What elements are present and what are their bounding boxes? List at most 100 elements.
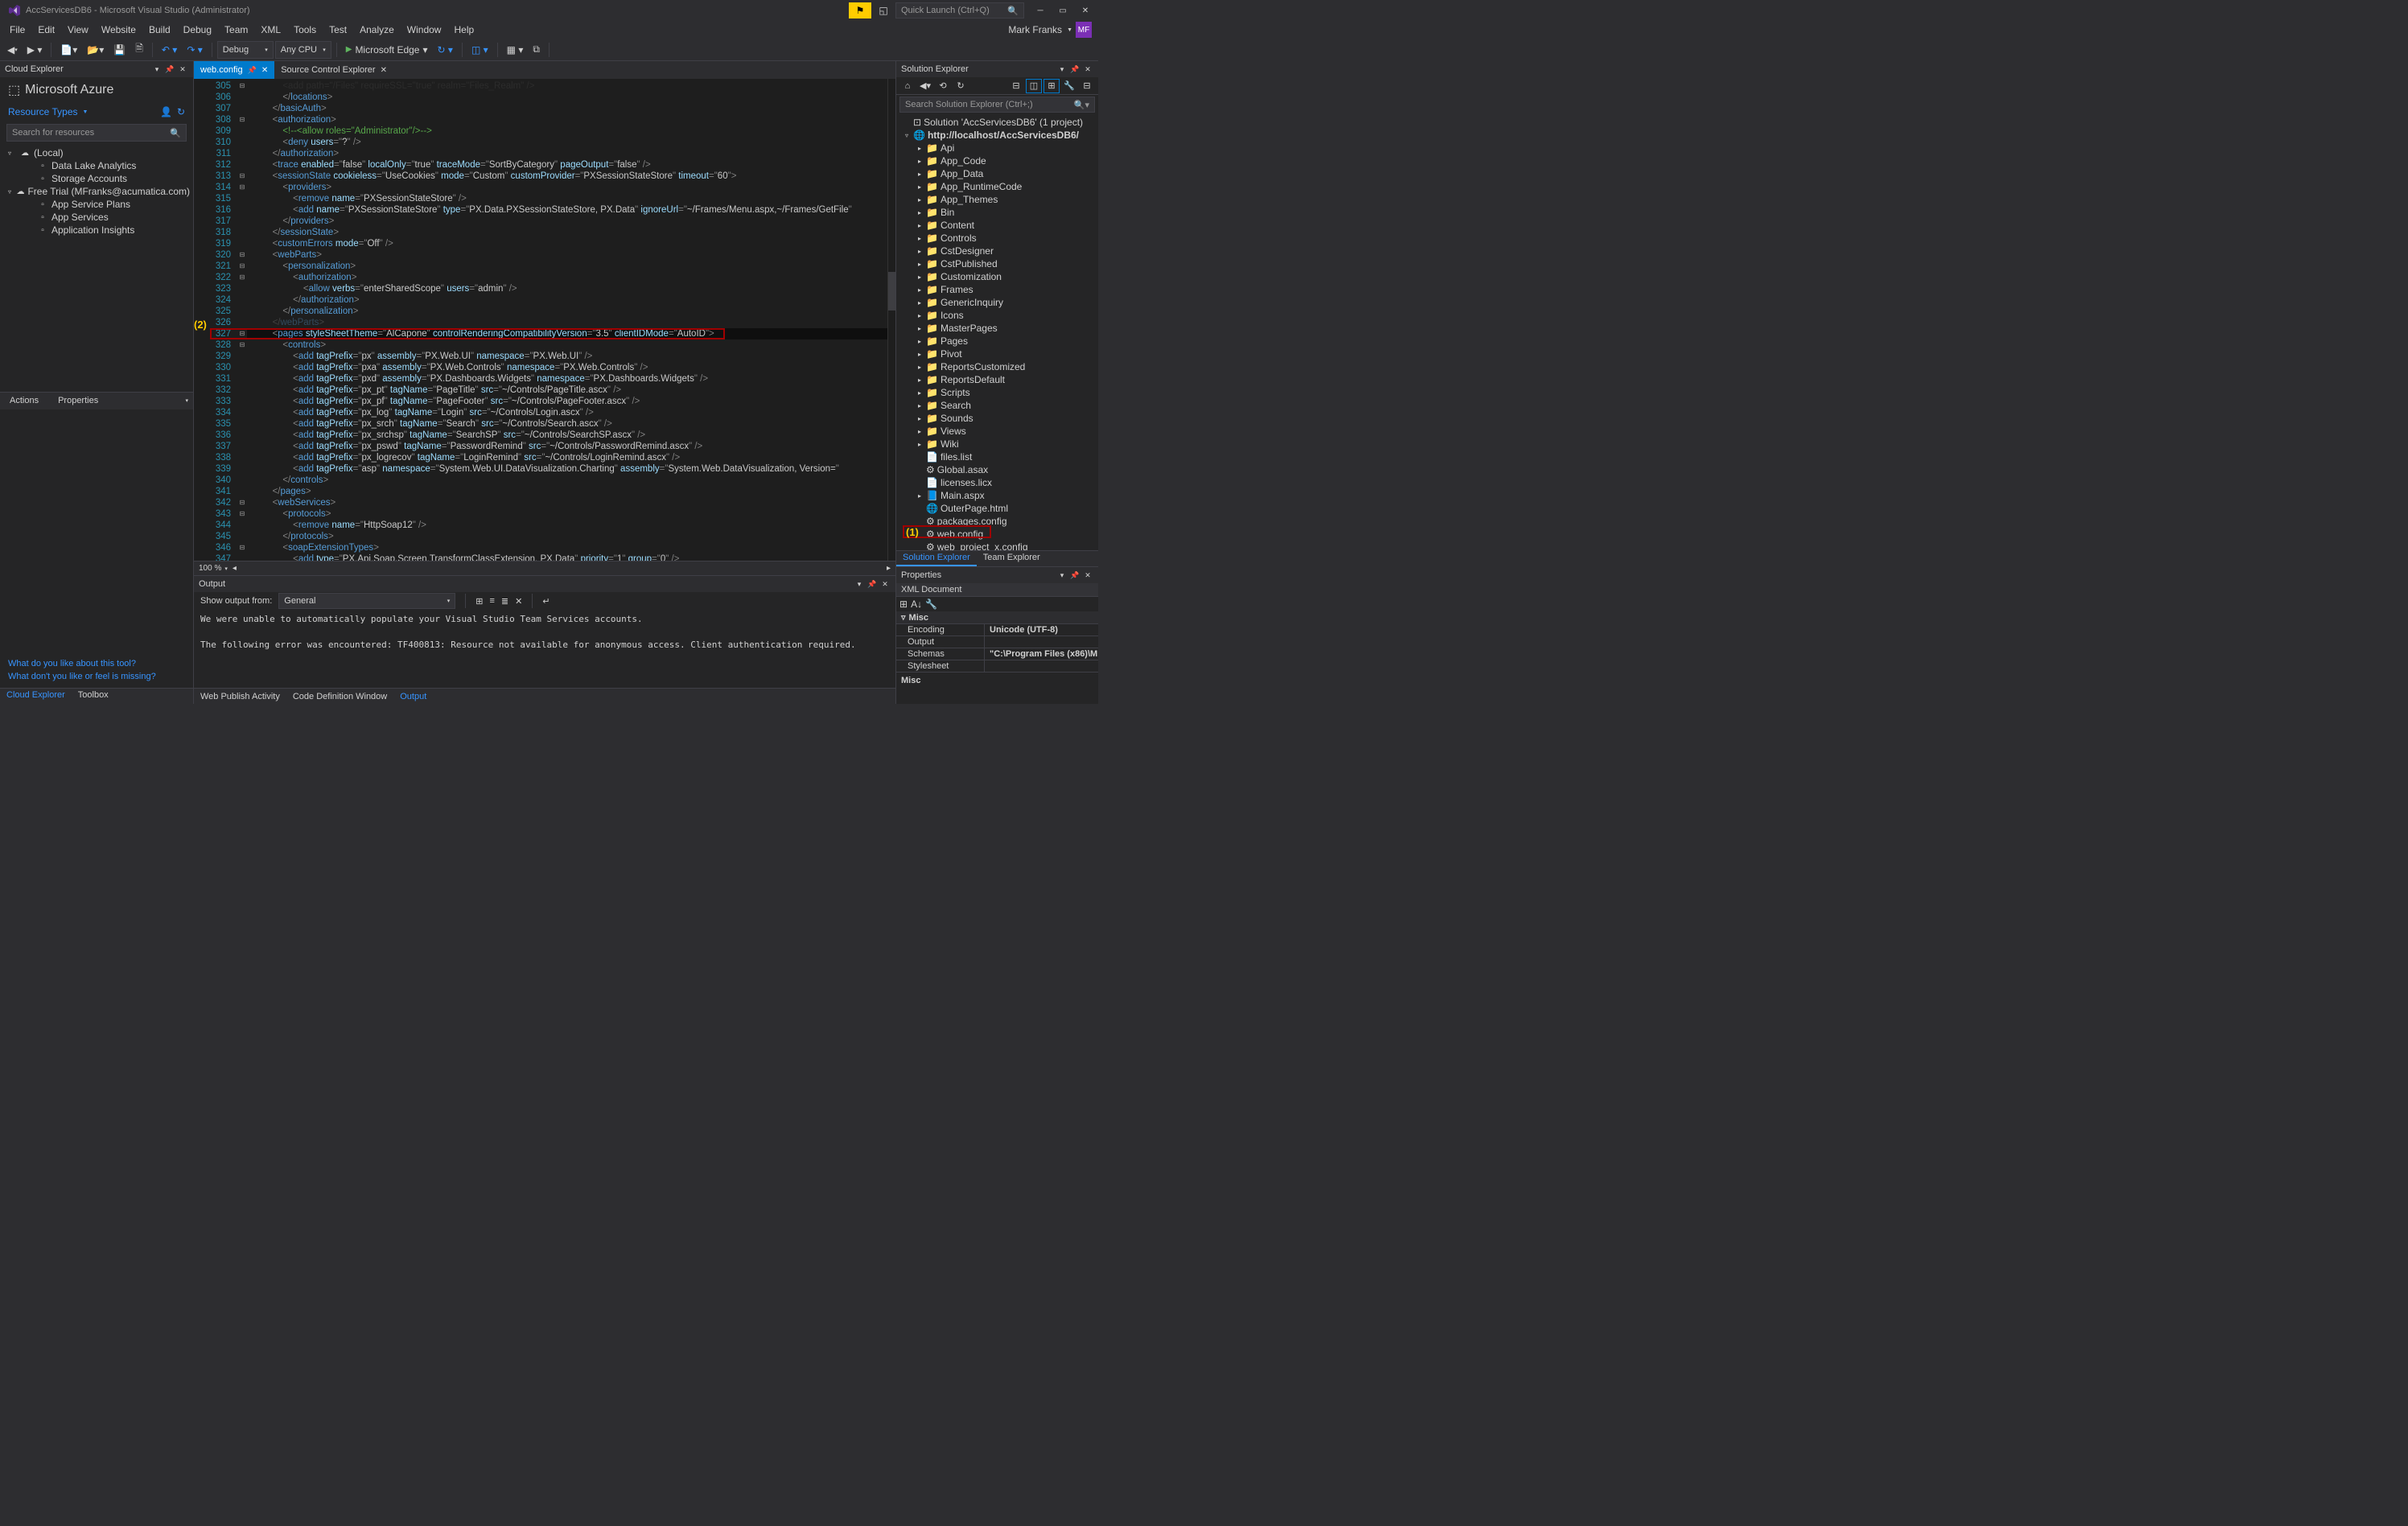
sol-item-scripts[interactable]: ▸📁Scripts [896,386,1098,399]
sol-item-app_code[interactable]: ▸📁App_Code [896,154,1098,167]
properties-icon[interactable]: 🔧 [1061,79,1077,93]
close-button[interactable]: ✕ [1076,2,1095,19]
props-category[interactable]: ▿Misc [896,611,1098,623]
show-all-icon[interactable]: ◫ [1026,79,1042,93]
notification-flag-icon[interactable]: ⚑ [849,2,871,19]
toolbar-btn-3[interactable]: ⧉ [529,41,544,59]
cloud-explorer-tab[interactable]: Cloud Explorer [0,689,72,704]
close-icon[interactable]: ✕ [177,64,188,75]
sol-item-solution-accservicesdb6-1-project-[interactable]: ⊡Solution 'AccServicesDB6' (1 project) [896,116,1098,129]
sol-item-frames[interactable]: ▸📁Frames [896,283,1098,296]
properties-tab[interactable]: Properties [48,394,108,407]
sol-item-outerpage-html[interactable]: 🌐OuterPage.html [896,502,1098,515]
sol-item-packages-config[interactable]: ⚙packages.config [896,515,1098,528]
save-button[interactable]: 💾 [109,41,130,59]
output-text[interactable]: We were unable to automatically populate… [194,610,895,688]
close-icon[interactable]: ✕ [1082,570,1093,581]
sol-item-app_themes[interactable]: ▸📁App_Themes [896,193,1098,206]
sol-item-customization[interactable]: ▸📁Customization [896,270,1098,283]
prop-row-stylesheet[interactable]: Stylesheet [896,660,1098,672]
sol-item-icons[interactable]: ▸📁Icons [896,309,1098,322]
actions-tab[interactable]: Actions [0,394,48,407]
sol-item-api[interactable]: ▸📁Api [896,142,1098,154]
props-icon[interactable]: 🔧 [925,598,937,610]
close-icon[interactable]: ✕ [879,578,891,590]
pin-icon[interactable]: 📌 [866,578,878,590]
chevron-down-icon[interactable]: ▼ [1067,27,1072,33]
sync-icon[interactable]: ⟲ [935,79,951,93]
doc-tab-source-control-explorer[interactable]: Source Control Explorer✕ [274,61,393,79]
bottom-tab-output[interactable]: Output [393,690,433,703]
cloud-tree-item[interactable]: ▫Data Lake Analytics [0,159,193,172]
output-btn-2[interactable]: ≡ [490,596,495,606]
right-tab-solution-explorer[interactable]: Solution Explorer [896,551,977,566]
menu-help[interactable]: Help [447,23,480,37]
pin-icon[interactable]: 📌 [164,64,175,75]
refresh-icon[interactable]: ↻ [953,79,969,93]
home-icon[interactable]: ⌂ [899,79,916,93]
menu-tools[interactable]: Tools [287,23,323,37]
code-area[interactable]: <add path="/Files" requireSSL="true" rea… [247,79,887,561]
toolbox-tab[interactable]: Toolbox [72,689,115,704]
refresh-icon[interactable]: ↻ [177,106,185,117]
sol-item-app_data[interactable]: ▸📁App_Data [896,167,1098,180]
sol-item-web_project_x-config[interactable]: ⚙web_project_x.config [896,541,1098,550]
save-all-button[interactable]: 🗎 [131,41,147,59]
quick-launch-input[interactable]: Quick Launch (Ctrl+Q) 🔍 [895,2,1024,19]
platform-combo[interactable]: Any CPU▾ [275,41,331,59]
feedback-dislike-link[interactable]: What don't you like or feel is missing? [8,670,185,683]
cloud-tree-item[interactable]: ▫Application Insights [0,224,193,237]
close-icon[interactable]: ✕ [1082,64,1093,75]
properties-obj-type[interactable]: XML Document [896,583,1098,597]
menu-website[interactable]: Website [95,23,142,37]
cloud-search-input[interactable]: Search for resources 🔍 [6,124,187,142]
cloud-tree-item[interactable]: ▿☁(Local) [0,146,193,159]
minimap-scrollbar[interactable] [887,79,895,561]
cloud-tree-item[interactable]: ▫App Service Plans [0,198,193,211]
pin-icon[interactable]: 📌 [1069,570,1081,581]
zoom-level[interactable]: 100 % [199,564,221,573]
preview-icon[interactable]: ⊟ [1079,79,1095,93]
menu-file[interactable]: File [3,23,31,37]
bottom-tab-code-definition-window[interactable]: Code Definition Window [286,690,393,703]
sol-item-genericinquiry[interactable]: ▸📁GenericInquiry [896,296,1098,309]
menu-team[interactable]: Team [218,23,254,37]
menu-debug[interactable]: Debug [177,23,218,37]
right-tab-team-explorer[interactable]: Team Explorer [977,551,1047,566]
toolbar-btn-2[interactable]: ▦ ▾ [503,41,528,59]
sol-item-content[interactable]: ▸📁Content [896,219,1098,232]
user-name[interactable]: Mark Franks [1003,24,1067,35]
output-btn-1[interactable]: ⊞ [475,596,483,607]
cloud-tree-item[interactable]: ▿☁Free Trial (MFranks@acumatica.com) [0,185,193,198]
cloud-tree-item[interactable]: ▫Storage Accounts [0,172,193,185]
prop-row-encoding[interactable]: EncodingUnicode (UTF-8) [896,623,1098,635]
sol-item-masterpages[interactable]: ▸📁MasterPages [896,322,1098,335]
menu-test[interactable]: Test [323,23,353,37]
output-btn-3[interactable]: ≣ [501,596,508,607]
sol-item-controls[interactable]: ▸📁Controls [896,232,1098,245]
solution-search-input[interactable]: Search Solution Explorer (Ctrl+;) 🔍▾ [899,97,1095,113]
collapse-icon[interactable]: ⊟ [1008,79,1024,93]
cloud-tree-item[interactable]: ▫App Services [0,211,193,224]
menu-edit[interactable]: Edit [31,23,61,37]
sol-item-web-config[interactable]: ⚙web.config [896,528,1098,541]
sol-item-global-asax[interactable]: ⚙Global.asax [896,463,1098,476]
code-editor[interactable]: (2) 305306307308309310311312313314315316… [194,79,895,561]
new-project-button[interactable]: 📄▾ [56,41,81,59]
sol-item-pages[interactable]: ▸📁Pages [896,335,1098,348]
sol-item-main-aspx[interactable]: ▸📘Main.aspx [896,489,1098,502]
doc-tab-web-config[interactable]: web.config📌✕ [194,61,274,79]
sol-item-wiki[interactable]: ▸📁Wiki [896,438,1098,450]
sol-item-http-localhost-accservicesdb6-[interactable]: ▿🌐http://localhost/AccServicesDB6/ [896,129,1098,142]
nav-back-button[interactable]: ◀ ▾ [3,41,22,59]
feedback-like-link[interactable]: What do you like about this tool? [8,657,185,670]
redo-button[interactable]: ↷ ▾ [183,41,206,59]
back-icon[interactable]: ◀▾ [917,79,933,93]
menu-analyze[interactable]: Analyze [353,23,401,37]
user-avatar[interactable]: MF [1076,22,1092,38]
dropdown-icon[interactable]: ▾ [854,578,865,590]
start-debug-button[interactable]: ▶Microsoft Edge ▾ [342,41,432,59]
browser-link-button[interactable]: ↻ ▾ [434,41,457,59]
sol-item-reportscustomized[interactable]: ▸📁ReportsCustomized [896,360,1098,373]
sol-item-search[interactable]: ▸📁Search [896,399,1098,412]
